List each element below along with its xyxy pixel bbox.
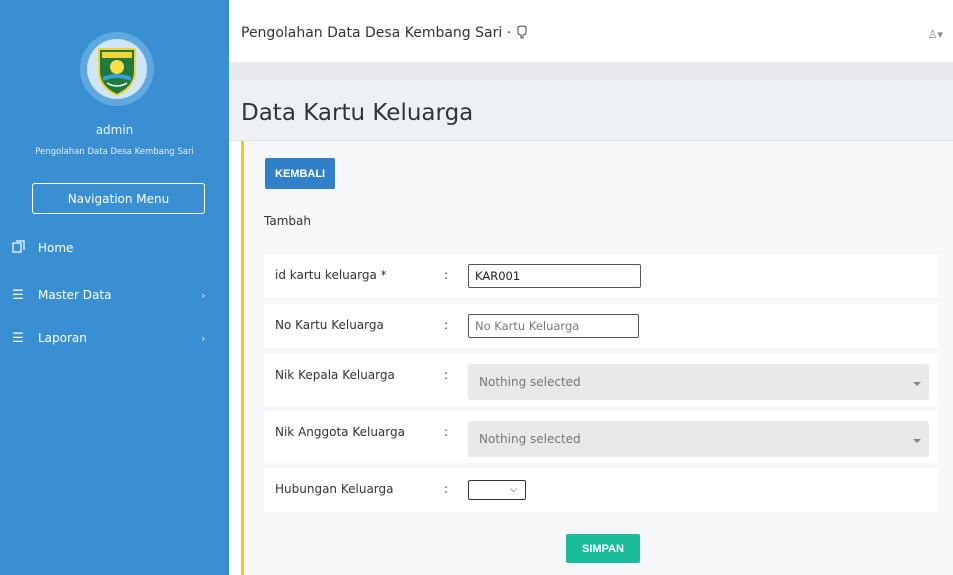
chevron-right-icon: › — [201, 288, 206, 302]
form-panel: KEMBALI Tambah id kartu keluarga * : No … — [241, 141, 953, 575]
nik-anggota-label: Nik Anggota Keluarga — [275, 425, 405, 439]
colon: : — [444, 482, 449, 496]
hubungan-keluarga-select[interactable]: ⌵ — [468, 480, 526, 500]
form-subtitle: Tambah — [264, 214, 311, 228]
sidebar-item-label: Home — [38, 241, 74, 255]
nik-kepala-label: Nik Kepala Keluarga — [275, 368, 395, 382]
village-logo — [80, 32, 154, 106]
form-row-hubungan: Hubungan Keluarga : ⌵ — [264, 468, 938, 512]
colon: : — [444, 425, 449, 439]
colon: : — [444, 268, 449, 282]
select-value: Nothing selected — [479, 375, 581, 389]
page-title: Data Kartu Keluarga — [241, 100, 474, 126]
sidebar-item-label: Laporan — [38, 331, 87, 345]
sidebar-app-subtitle: Pengolahan Data Desa Kembang Sari — [35, 147, 194, 157]
sidebar-username: admin — [95, 123, 134, 137]
sidebar-item-home[interactable]: Home — [0, 236, 229, 260]
form-row-nik-anggota: Nik Anggota Keluarga : Nothing selected — [264, 411, 938, 463]
top-navbar: Pengolahan Data Desa Kembang Sari · ♙▾ — [229, 0, 953, 62]
list-icon: ☰ — [12, 287, 24, 303]
nik-kepala-select[interactable]: Nothing selected — [468, 364, 929, 400]
app-title: Pengolahan Data Desa Kembang Sari · — [241, 25, 528, 41]
colon: : — [444, 318, 449, 332]
id-label: id kartu keluarga * — [275, 268, 387, 282]
sidebar-item-laporan[interactable]: ☰ Laporan › — [0, 326, 229, 350]
select-value: Nothing selected — [479, 432, 581, 446]
shield-logo-icon — [87, 39, 147, 99]
save-button[interactable]: SIMPAN — [566, 534, 640, 563]
chevron-down-icon: ⌵ — [510, 485, 517, 495]
caret-down-icon — [913, 439, 921, 443]
form-row-nik-kepala: Nik Kepala Keluarga : Nothing selected — [264, 354, 938, 406]
form-row-no-kk: No Kartu Keluarga : — [264, 304, 938, 348]
form-row-id: id kartu keluarga * : — [264, 254, 938, 298]
header-divider — [229, 62, 953, 80]
sidebar-item-label: Master Data — [38, 288, 112, 302]
app-title-text: Pengolahan Data Desa Kembang Sari · — [241, 25, 516, 41]
chevron-right-icon: › — [201, 331, 206, 345]
github-icon[interactable] — [516, 25, 528, 41]
navigation-menu-button[interactable]: Navigation Menu — [32, 183, 205, 214]
nik-anggota-select[interactable]: Nothing selected — [468, 421, 929, 457]
user-menu-icon[interactable]: ♙▾ — [928, 28, 943, 41]
sidebar-item-master-data[interactable]: ☰ Master Data › — [0, 283, 229, 307]
no-kk-label: No Kartu Keluarga — [275, 318, 384, 332]
hubungan-label: Hubungan Keluarga — [275, 482, 394, 496]
colon: : — [444, 368, 449, 382]
list-icon: ☰ — [12, 330, 24, 346]
caret-down-icon — [913, 382, 921, 386]
page-header: Data Kartu Keluarga — [229, 80, 953, 141]
back-button[interactable]: KEMBALI — [265, 158, 336, 189]
sidebar: admin Pengolahan Data Desa Kembang Sari … — [0, 0, 229, 575]
id-kartu-keluarga-input[interactable] — [468, 264, 641, 288]
home-icon — [11, 239, 25, 257]
no-kartu-keluarga-input[interactable] — [468, 314, 639, 338]
